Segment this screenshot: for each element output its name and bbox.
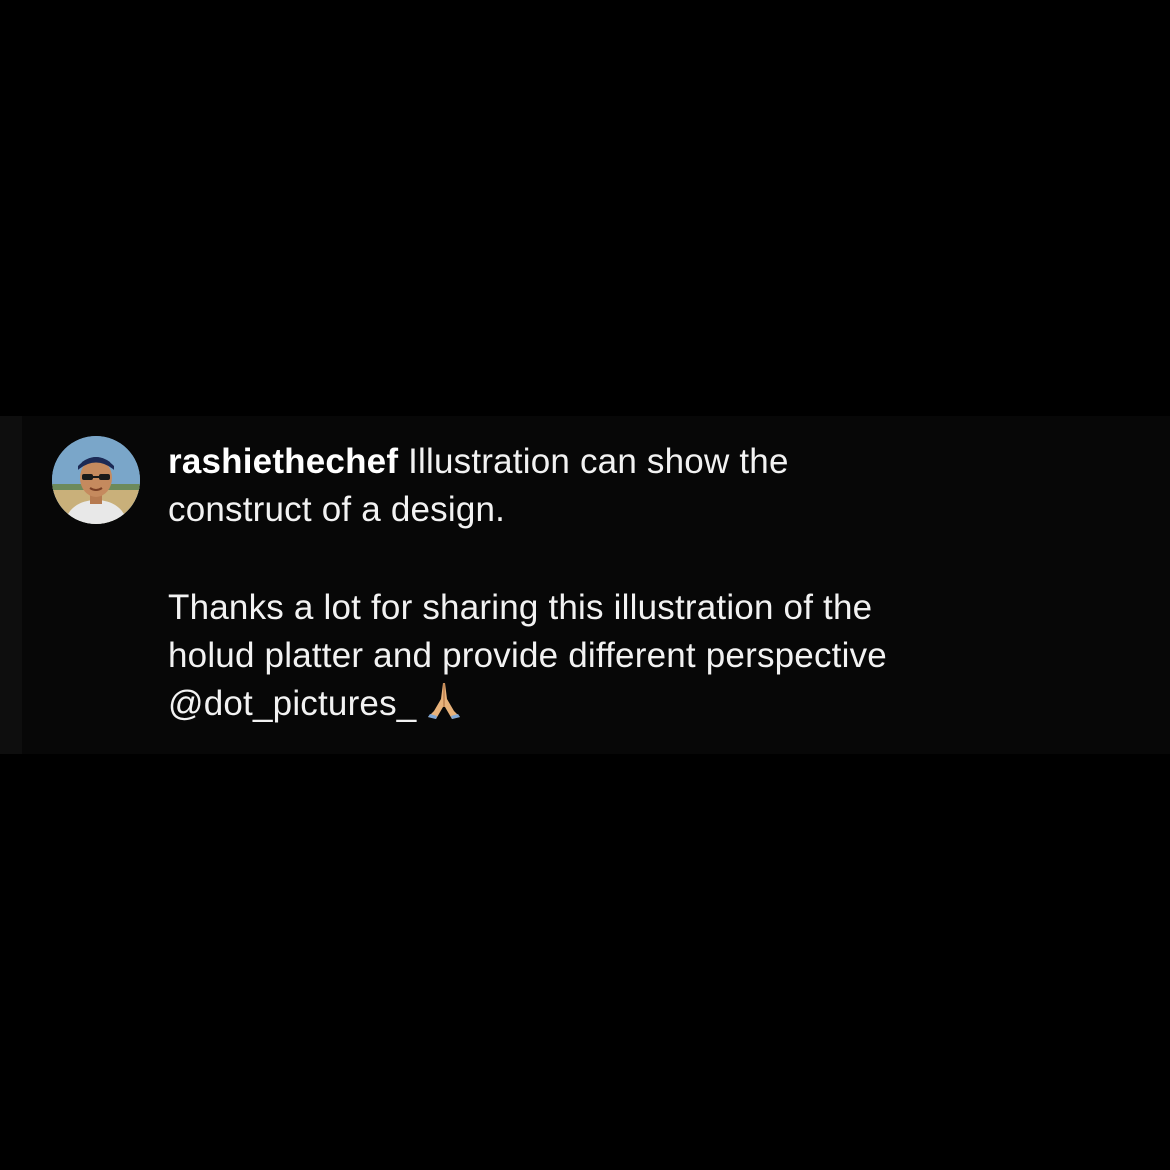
comment-mention[interactable]: @dot_pictures_ bbox=[168, 684, 416, 723]
comment-second-paragraph: Thanks a lot for sharing this illustrati… bbox=[168, 584, 1128, 734]
comment-band-edge bbox=[0, 416, 22, 754]
comment-text-line2: construct of a design. bbox=[168, 490, 506, 529]
avatar[interactable] bbox=[52, 436, 140, 524]
comment-first-paragraph: rashiethechef Illustration can show the … bbox=[168, 438, 1128, 534]
comment-text-line4: holud platter and provide different pers… bbox=[168, 636, 887, 675]
comment-text-line3: Thanks a lot for sharing this illustrati… bbox=[168, 588, 873, 627]
profile-photo-icon bbox=[52, 436, 140, 524]
comment-body: rashiethechef Illustration can show the … bbox=[168, 438, 1128, 734]
folded-hands-icon bbox=[424, 681, 464, 734]
comment-username[interactable]: rashiethechef bbox=[168, 442, 398, 481]
comment-text-line1: Illustration can show the bbox=[408, 442, 789, 481]
